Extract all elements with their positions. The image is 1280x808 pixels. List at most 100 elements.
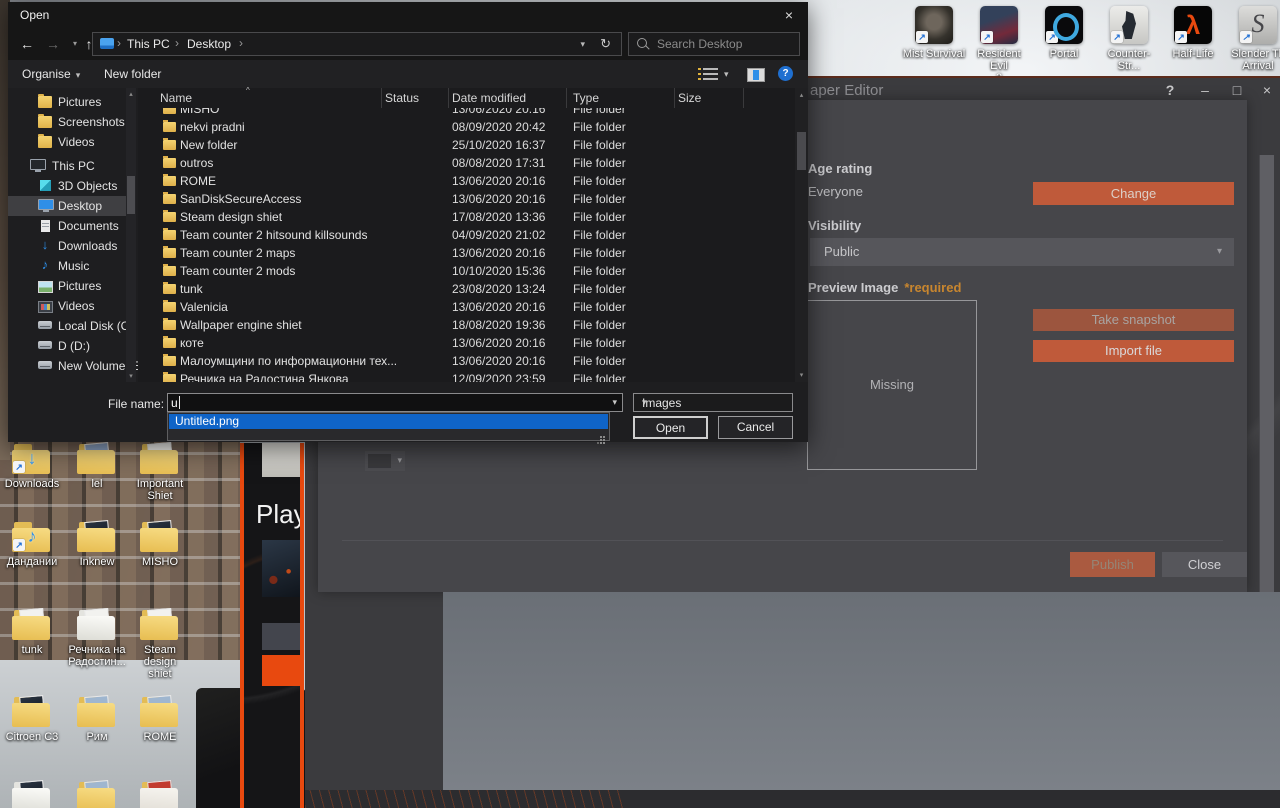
desktop-icon-cut-3[interactable] <box>128 782 192 808</box>
desktop-icon-downloads[interactable]: ↓ ↗ Downloads <box>0 444 64 490</box>
sidebar-item-videos[interactable]: Videos <box>8 132 126 152</box>
desktop-icon-rechnika[interactable]: Речника на Радостин... <box>65 610 129 668</box>
desktop-icon-dandanii[interactable]: ♪ ↗ Дандании <box>0 522 64 568</box>
file-row[interactable]: Team counter 2 hitsound killsounds 04/09… <box>142 226 795 244</box>
file-row[interactable]: SanDiskSecureAccess 13/06/2020 20:16 Fil… <box>142 190 795 208</box>
scroll-up-icon[interactable]: ▴ <box>795 91 808 99</box>
desktop-icon-counter-strike[interactable]: ↗ Counter-Str... <box>1097 6 1161 72</box>
scroll-down-icon[interactable]: ▾ <box>126 372 136 380</box>
close-button[interactable]: Close <box>1162 552 1247 577</box>
search-input[interactable] <box>655 34 797 54</box>
desktop-icon-inknew[interactable]: Inknew <box>65 522 129 568</box>
sidebar-item-desktop[interactable]: Desktop <box>8 196 126 216</box>
file-row[interactable]: коте 13/06/2020 20:16 File folder <box>142 334 795 352</box>
file-name-input[interactable] <box>171 395 601 410</box>
minimize-icon[interactable]: – <box>1192 78 1218 102</box>
wallpaper-thumbnail[interactable] <box>262 443 300 477</box>
breadcrumb-desktop[interactable]: Desktop <box>187 33 231 55</box>
new-folder-button[interactable]: New folder <box>104 67 161 81</box>
sidebar-item-d-drive[interactable]: D (D:) <box>8 336 126 356</box>
address-dropdown-icon[interactable]: ▾ <box>580 33 585 55</box>
combo-sliver[interactable]: ▾ <box>365 451 405 471</box>
wallpaper-thumbnail[interactable] <box>262 540 300 597</box>
maximize-icon[interactable]: □ <box>1224 78 1250 102</box>
file-row[interactable]: Team counter 2 maps 13/06/2020 20:16 Fil… <box>142 244 795 262</box>
file-row[interactable]: Steam design shiet 17/08/2020 13:36 File… <box>142 208 795 226</box>
desktop-icon-misho[interactable]: MISHO <box>128 522 192 568</box>
desktop-icon-slender[interactable]: S ↗ Slender Th Arrival <box>1226 6 1280 72</box>
scroll-up-icon[interactable]: ▴ <box>126 90 136 98</box>
cancel-button[interactable]: Cancel <box>718 416 793 439</box>
column-header-type[interactable]: Type <box>573 91 599 105</box>
file-row[interactable]: Малоумщини по информационни тех... 13/06… <box>142 352 795 370</box>
sidebar-item-new-volume-e[interactable]: New Volume (E: <box>8 356 126 376</box>
help-icon[interactable]: ? <box>778 66 793 81</box>
column-header-size[interactable]: Size <box>678 91 701 105</box>
import-file-button[interactable]: Import file <box>1033 340 1234 362</box>
desktop-icon-rome[interactable]: ROME <box>128 697 192 743</box>
desktop-icon-portal[interactable]: ↗ Portal <box>1032 6 1096 60</box>
desktop-icon-cut-2[interactable] <box>65 782 129 808</box>
close-icon[interactable]: × <box>1254 78 1280 102</box>
sidebar-item-documents[interactable]: Documents <box>8 216 126 236</box>
sidebar-item-screenshots[interactable]: Screenshots <box>8 112 126 132</box>
file-row[interactable]: New folder 25/10/2020 16:37 File folder <box>142 136 795 154</box>
file-row[interactable]: Valenicia 13/06/2020 20:16 File folder <box>142 298 795 316</box>
change-button[interactable]: Change <box>1033 182 1234 205</box>
file-row[interactable]: Речника на Радостина Янкова 12/09/2020 2… <box>142 370 795 382</box>
sidebar-item-downloads[interactable]: ↓Downloads <box>8 236 126 256</box>
desktop-icon-cut-1[interactable] <box>0 782 64 808</box>
file-row[interactable]: Wallpaper engine shiet 18/08/2020 19:36 … <box>142 316 795 334</box>
file-row[interactable]: ROME 13/06/2020 20:16 File folder <box>142 172 795 190</box>
sidebar-item-music[interactable]: ♪Music <box>8 256 126 276</box>
file-row[interactable]: nekvi pradni 08/09/2020 20:42 File folde… <box>142 118 795 136</box>
preview-pane-icon[interactable] <box>747 68 765 82</box>
list-scroll-thumb[interactable] <box>797 132 806 170</box>
desktop-icon-mist-survival[interactable]: ↗ Mist Survival <box>902 6 966 60</box>
resize-grip-icon[interactable] <box>598 431 605 438</box>
address-bar[interactable]: › This PC › Desktop › ▾ ↻ <box>92 32 622 56</box>
publish-button[interactable]: Publish <box>1070 552 1155 577</box>
sidebar-item-pictures[interactable]: Pictures <box>8 92 126 112</box>
dialog-titlebar[interactable]: Open × <box>8 2 808 28</box>
sidebar-item-3d-objects[interactable]: 3D Objects <box>8 176 126 196</box>
desktop-icon-half-life[interactable]: λ ↗ Half-Life <box>1161 6 1225 60</box>
forward-icon[interactable]: → <box>42 34 64 54</box>
organise-menu[interactable]: Organise▾ <box>22 67 80 81</box>
file-row[interactable]: tunk 23/08/2020 13:24 File folder <box>142 280 795 298</box>
open-button[interactable]: Open <box>633 416 708 439</box>
breadcrumb-this-pc[interactable]: This PC <box>127 33 170 55</box>
view-details-icon[interactable] <box>703 68 718 81</box>
strip-button-gray[interactable] <box>262 623 300 650</box>
desktop-icon-citroen-c3[interactable]: Citroen C3 <box>0 697 64 743</box>
desktop-icon-steam-design-shiet[interactable]: Steam design shiet <box>128 610 192 680</box>
file-row[interactable]: Team counter 2 mods 10/10/2020 15:36 Fil… <box>142 262 795 280</box>
back-icon[interactable]: ← <box>16 34 38 54</box>
file-name-combobox[interactable]: ▾ <box>167 393 623 412</box>
sidebar-item-videos-2[interactable]: Videos <box>8 296 126 316</box>
column-header-name[interactable]: Name <box>160 91 192 105</box>
scroll-down-icon[interactable]: ▾ <box>795 371 808 379</box>
sidebar-item-pictures-2[interactable]: Pictures <box>8 276 126 296</box>
view-options-icon[interactable]: ▾ <box>724 69 729 80</box>
file-type-select[interactable]: Images ▾ <box>633 393 793 412</box>
desktop-icon-resident-evil-2[interactable]: ↗ Resident Evil 2 <box>967 6 1031 84</box>
search-box[interactable] <box>628 32 800 56</box>
sidebar-item-local-disk-c[interactable]: Local Disk (C:) <box>8 316 126 336</box>
editor-scrollbar[interactable] <box>1259 155 1274 592</box>
take-snapshot-button[interactable]: Take snapshot <box>1033 309 1234 331</box>
close-icon[interactable]: × <box>774 2 804 28</box>
desktop-icon-tunk[interactable]: tunk <box>0 610 64 656</box>
autocomplete-suggestion[interactable]: Untitled.png <box>169 414 608 429</box>
desktop-icon-lel[interactable]: lel <box>65 444 129 490</box>
visibility-select[interactable]: Public ▾ <box>810 238 1234 266</box>
file-list-scrollbar[interactable]: ▴ ▾ <box>795 88 808 382</box>
desktop-icon-important-shiet[interactable]: Important Shiet <box>128 444 192 502</box>
column-header-status[interactable]: Status <box>385 91 419 105</box>
desktop-icon-rim[interactable]: Рим <box>65 697 129 743</box>
refresh-icon[interactable]: ↻ <box>600 33 611 55</box>
sidebar-scroll-thumb[interactable] <box>127 176 135 214</box>
help-icon[interactable]: ? <box>1157 78 1183 102</box>
sidebar-item-this-pc[interactable]: This PC <box>8 156 126 176</box>
file-row[interactable]: outros 08/08/2020 17:31 File folder <box>142 154 795 172</box>
